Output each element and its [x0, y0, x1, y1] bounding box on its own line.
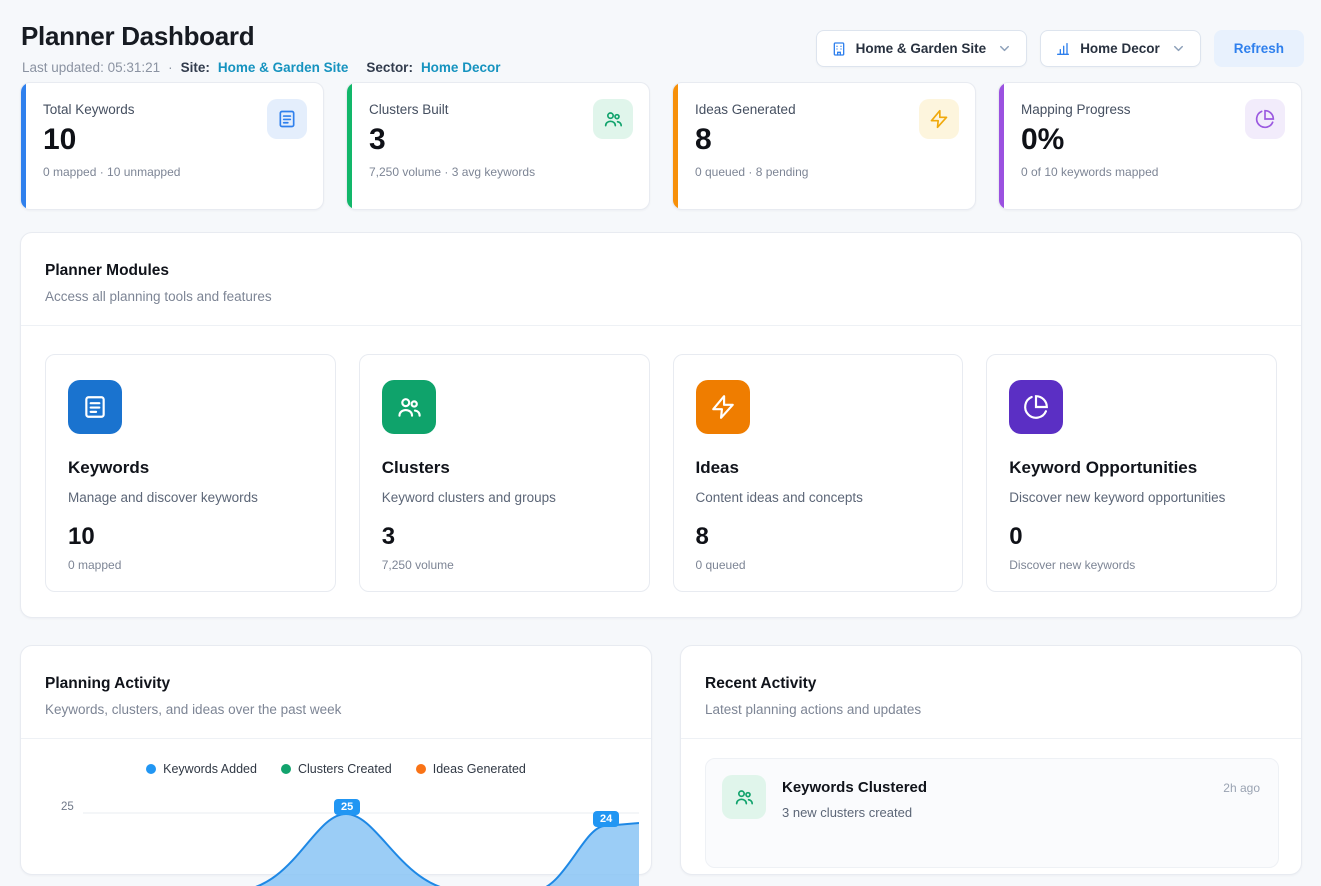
module-value: 8	[696, 523, 941, 551]
stat-value: 0%	[1021, 123, 1281, 157]
legend-dot-icon	[416, 764, 426, 774]
module-detail: 7,250 volume	[382, 558, 627, 572]
module-detail: 0 mapped	[68, 558, 313, 572]
stat-label: Total Keywords	[43, 102, 303, 117]
header-meta: Last updated: 05:31:21 · Site: Home & Ga…	[22, 60, 500, 75]
page-title: Planner Dashboard	[21, 21, 254, 52]
stat-value: 3	[369, 123, 629, 157]
activity-title: Planning Activity	[45, 675, 627, 693]
refresh-button[interactable]: Refresh	[1214, 30, 1304, 67]
chevron-down-icon	[1171, 41, 1186, 56]
modules-panel-header: Planner Modules Access all planning tool…	[21, 233, 1301, 325]
activity-subtitle: Keywords, clusters, and ideas over the p…	[45, 702, 627, 717]
building-icon	[831, 41, 847, 57]
activity-panel-header: Planning Activity Keywords, clusters, an…	[21, 646, 651, 738]
sector-selector-label: Home Decor	[1080, 41, 1160, 56]
recent-subtitle: Latest planning actions and updates	[705, 702, 1277, 717]
chevron-down-icon	[997, 41, 1012, 56]
legend-label: Ideas Generated	[433, 762, 526, 776]
legend-dot-icon	[146, 764, 156, 774]
stat-label: Clusters Built	[369, 102, 629, 117]
legend-item-clusters-created: Clusters Created	[281, 762, 392, 776]
legend-label: Clusters Created	[298, 762, 392, 776]
site-link[interactable]: Home & Garden Site	[218, 60, 349, 75]
planner-modules-panel: Planner Modules Access all planning tool…	[20, 232, 1302, 618]
users-icon	[722, 775, 766, 819]
stat-card-ideas-generated: Ideas Generated 8 0 queued · 8 pending	[672, 82, 976, 210]
legend-item-ideas-generated: Ideas Generated	[416, 762, 526, 776]
stat-cards-row: Total Keywords 10 0 mapped · 10 unmapped…	[20, 82, 1302, 210]
activity-list-item: Keywords Clustered 3 new clusters create…	[705, 758, 1279, 868]
module-description: Keyword clusters and groups	[382, 490, 627, 505]
module-detail: 0 queued	[696, 558, 941, 572]
site-label: Site:	[181, 60, 210, 75]
data-point-label: 24	[593, 811, 619, 827]
stat-label: Ideas Generated	[695, 102, 955, 117]
module-title: Clusters	[382, 458, 627, 478]
stat-card-mapping-progress: Mapping Progress 0% 0 of 10 keywords map…	[998, 82, 1302, 210]
module-value: 0	[1009, 523, 1254, 551]
recent-activity-panel: Recent Activity Latest planning actions …	[680, 645, 1302, 875]
stat-detail: 0 mapped · 10 unmapped	[43, 165, 303, 179]
bar-chart-icon	[1055, 41, 1071, 57]
module-card-clusters[interactable]: Clusters Keyword clusters and groups 3 7…	[359, 354, 650, 592]
y-axis-tick: 25	[61, 801, 74, 813]
module-card-keyword-opportunities[interactable]: Keyword Opportunities Discover new keywo…	[986, 354, 1277, 592]
modules-subtitle: Access all planning tools and features	[45, 289, 1277, 304]
stat-detail: 0 of 10 keywords mapped	[1021, 165, 1281, 179]
stat-detail: 7,250 volume · 3 avg keywords	[369, 165, 629, 179]
module-card-ideas[interactable]: Ideas Content ideas and concepts 8 0 que…	[673, 354, 964, 592]
activity-item-timestamp: 2h ago	[1223, 781, 1260, 795]
sector-link[interactable]: Home Decor	[421, 60, 501, 75]
modules-grid: Keywords Manage and discover keywords 10…	[21, 326, 1301, 622]
stat-value: 8	[695, 123, 955, 157]
legend-item-keywords-added: Keywords Added	[146, 762, 257, 776]
users-icon	[593, 99, 633, 139]
module-description: Discover new keyword opportunities	[1009, 490, 1254, 505]
lightning-icon	[696, 380, 750, 434]
module-detail: Discover new keywords	[1009, 558, 1254, 572]
document-icon	[267, 99, 307, 139]
module-card-keywords[interactable]: Keywords Manage and discover keywords 10…	[45, 354, 336, 592]
chart-legend: Keywords Added Clusters Created Ideas Ge…	[21, 762, 651, 776]
area-chart	[83, 796, 639, 886]
modules-title: Planner Modules	[45, 262, 1277, 280]
module-value: 3	[382, 523, 627, 551]
module-description: Content ideas and concepts	[696, 490, 941, 505]
module-value: 10	[68, 523, 313, 551]
meta-separator: ·	[168, 60, 173, 75]
module-title: Keywords	[68, 458, 313, 478]
stat-card-total-keywords: Total Keywords 10 0 mapped · 10 unmapped	[20, 82, 324, 210]
site-selector-label: Home & Garden Site	[856, 41, 987, 56]
stat-label: Mapping Progress	[1021, 102, 1281, 117]
stat-detail: 0 queued · 8 pending	[695, 165, 955, 179]
legend-dot-icon	[281, 764, 291, 774]
users-icon	[382, 380, 436, 434]
activity-item-description: 3 new clusters created	[782, 805, 912, 820]
recent-title: Recent Activity	[705, 675, 1277, 693]
module-description: Manage and discover keywords	[68, 490, 313, 505]
stat-card-clusters-built: Clusters Built 3 7,250 volume · 3 avg ke…	[346, 82, 650, 210]
sector-selector-dropdown[interactable]: Home Decor	[1040, 30, 1201, 67]
divider	[681, 738, 1301, 739]
module-title: Keyword Opportunities	[1009, 458, 1254, 478]
last-updated-text: Last updated: 05:31:21	[22, 60, 160, 75]
header-controls: Home & Garden Site Home Decor Refresh	[816, 30, 1304, 67]
pie-chart-icon	[1009, 380, 1063, 434]
pie-chart-icon	[1245, 99, 1285, 139]
divider	[21, 738, 651, 739]
data-point-label: 25	[334, 799, 360, 815]
site-selector-dropdown[interactable]: Home & Garden Site	[816, 30, 1028, 67]
document-icon	[68, 380, 122, 434]
planning-activity-panel: Planning Activity Keywords, clusters, an…	[20, 645, 652, 875]
activity-item-title: Keywords Clustered	[782, 779, 927, 796]
lightning-icon	[919, 99, 959, 139]
sector-label: Sector:	[366, 60, 413, 75]
recent-panel-header: Recent Activity Latest planning actions …	[681, 646, 1301, 738]
legend-label: Keywords Added	[163, 762, 257, 776]
module-title: Ideas	[696, 458, 941, 478]
stat-value: 10	[43, 123, 303, 157]
